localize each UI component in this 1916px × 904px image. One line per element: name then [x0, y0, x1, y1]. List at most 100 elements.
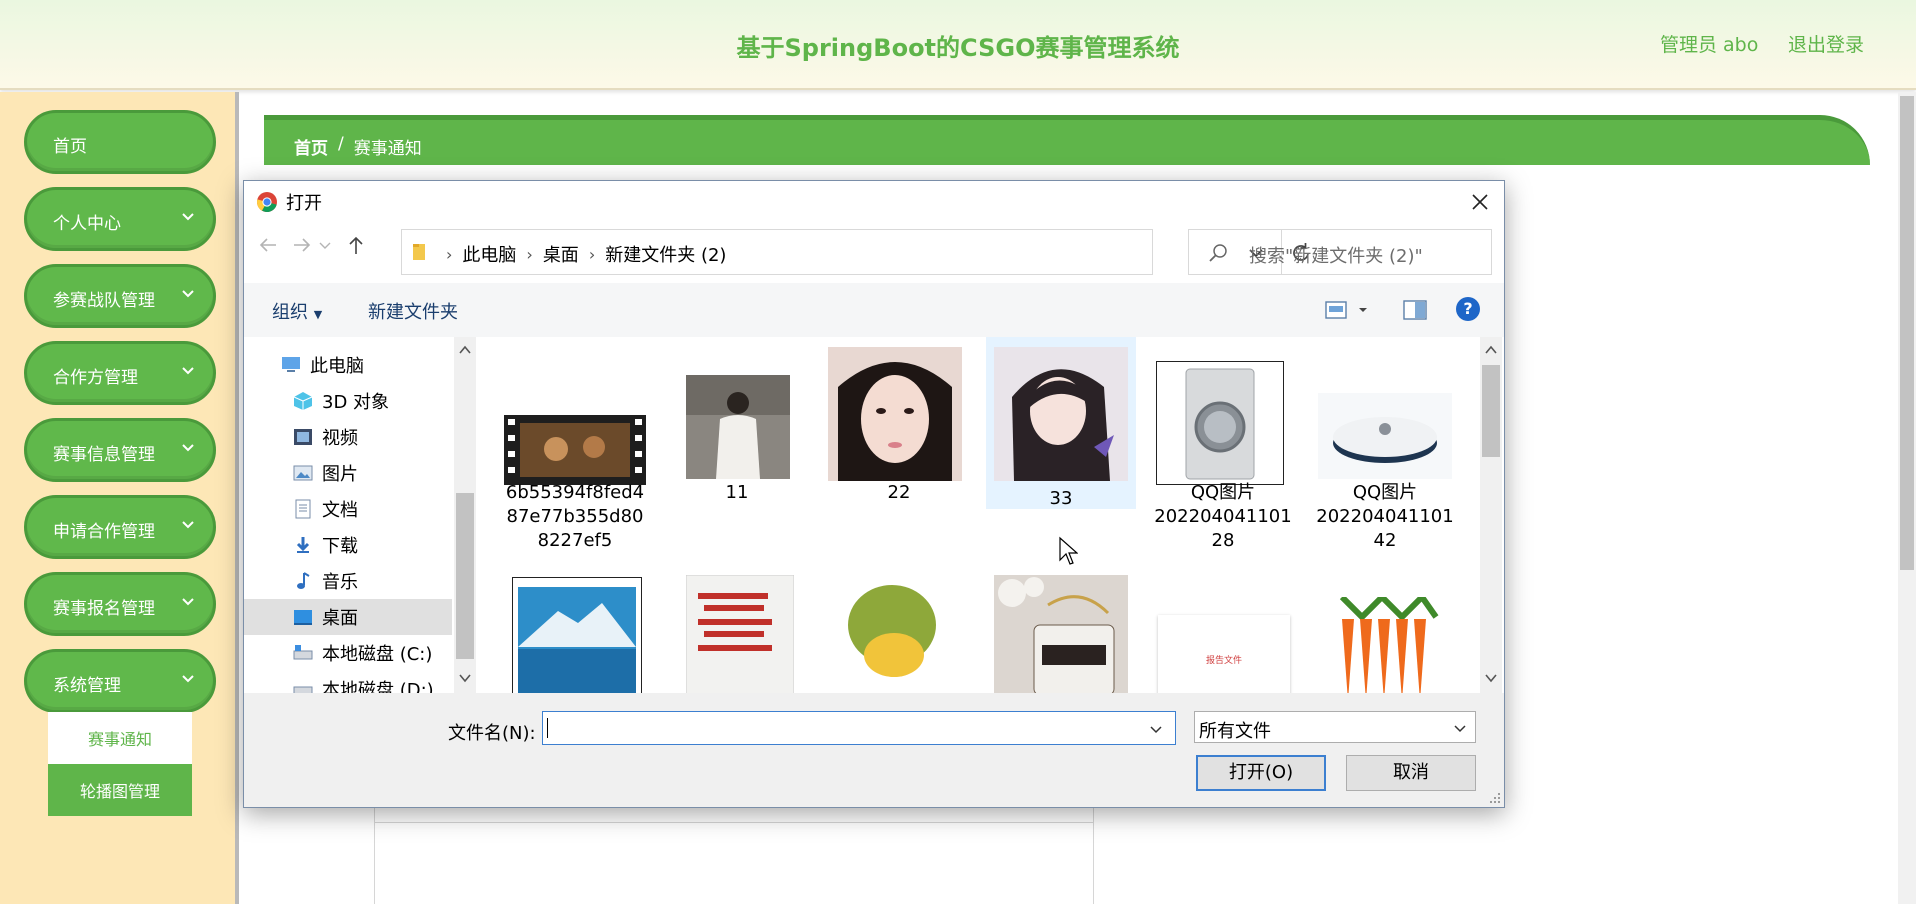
- chevron-down-icon: [182, 521, 194, 529]
- nav-pane-scrollbar[interactable]: [454, 337, 476, 693]
- nav-item-label: 图片: [322, 464, 358, 485]
- breadcrumb-current: 赛事通知: [353, 139, 422, 159]
- nav-item-3d-objects[interactable]: 3D 对象: [244, 383, 452, 419]
- file-item[interactable]: [986, 571, 1136, 693]
- top-header: 基于SpringBoot的CSGO赛事管理系统 管理员 abo 退出登录: [0, 0, 1916, 90]
- nav-item-documents[interactable]: 文档: [244, 491, 452, 527]
- nav-item-label: 桌面: [322, 608, 358, 629]
- organize-label: 组织: [272, 302, 308, 323]
- filename-input[interactable]: [542, 711, 1176, 745]
- file-name-line: 202204041101: [1154, 506, 1292, 527]
- text-caret: [547, 718, 548, 738]
- file-name-line: QQ图片: [1190, 482, 1256, 503]
- nav-item-this-pc[interactable]: 此电脑: [244, 347, 452, 383]
- nav-pane-scrollbar-thumb[interactable]: [456, 493, 474, 659]
- crumb-current-folder[interactable]: 新建文件夹 (2): [605, 241, 726, 267]
- sidebar-item-label: 赛事信息管理: [53, 445, 155, 465]
- sidebar-item-cooperation[interactable]: 申请合作管理: [24, 495, 216, 559]
- breadcrumb-home[interactable]: 首页: [294, 134, 328, 159]
- navigation-pane: 此电脑 3D 对象 视频 图片 文档 下载 音乐 桌面 本地磁盘 (C:) 本地…: [244, 337, 476, 693]
- change-view-icon[interactable]: [1324, 299, 1370, 321]
- organize-button[interactable]: 组织 ▼: [272, 298, 322, 324]
- file-item[interactable]: [1310, 571, 1460, 693]
- crumb-desktop[interactable]: 桌面: [543, 241, 579, 267]
- preview-pane-icon[interactable]: [1402, 299, 1428, 321]
- cancel-button[interactable]: 取消: [1346, 755, 1476, 791]
- file-item[interactable]: [500, 343, 650, 485]
- computer-icon: [282, 357, 300, 372]
- breadcrumb: 首页 / 赛事通知: [294, 134, 422, 159]
- address-bar[interactable]: › 此电脑 › 桌面 › 新建文件夹 (2): [401, 229, 1309, 275]
- sidebar-item-registration[interactable]: 赛事报名管理: [24, 572, 216, 636]
- nav-item-drive-d[interactable]: 本地磁盘 (D:): [244, 671, 452, 693]
- logout-link[interactable]: 退出登录: [1788, 30, 1864, 57]
- sidebar-item-partners[interactable]: 合作方管理: [24, 341, 216, 405]
- download-icon: [296, 537, 310, 553]
- illustration-thumbnail: [994, 347, 1128, 481]
- file-grid-scrollbar-thumb[interactable]: [1482, 365, 1500, 457]
- file-grid: 6b55394f8fed4 87e77b355d80 8227ef5 11 22: [480, 337, 1482, 693]
- close-icon[interactable]: [1466, 189, 1494, 215]
- nav-item-videos[interactable]: 视频: [244, 419, 452, 455]
- file-item[interactable]: [824, 343, 974, 483]
- sidebar-item-home[interactable]: 首页: [24, 110, 216, 174]
- scroll-down-arrow-icon[interactable]: [1484, 671, 1498, 685]
- nav-item-label: 本地磁盘 (C:): [322, 644, 433, 665]
- nav-item-drive-c[interactable]: 本地磁盘 (C:): [244, 635, 452, 671]
- mountain-lake-thumbnail: [512, 577, 642, 693]
- sidebar-item-label: 赛事报名管理: [53, 599, 155, 619]
- nav-item-downloads[interactable]: 下载: [244, 527, 452, 563]
- crumb-this-pc[interactable]: 此电脑: [462, 241, 516, 267]
- forward-arrow-icon[interactable]: [288, 231, 316, 259]
- nav-item-pictures[interactable]: 图片: [244, 455, 452, 491]
- file-item-selected[interactable]: 33: [986, 337, 1136, 509]
- nav-item-label: 文档: [322, 500, 358, 521]
- scroll-down-arrow-icon[interactable]: [458, 671, 472, 685]
- background-form-divider: [374, 822, 1094, 823]
- file-name: 33: [1049, 488, 1073, 509]
- file-name: 22: [887, 482, 911, 503]
- search-placeholder: 搜索"新建文件夹 (2)": [1249, 246, 1423, 267]
- open-button[interactable]: 打开(O): [1196, 755, 1326, 791]
- sidebar-item-events[interactable]: 赛事信息管理: [24, 418, 216, 482]
- submenu-item-notice[interactable]: 赛事通知: [48, 712, 192, 764]
- recent-locations-chevron-icon[interactable]: [316, 231, 334, 259]
- back-arrow-icon[interactable]: [254, 231, 282, 259]
- command-bar: 组织 ▼ 新建文件夹 ?: [244, 283, 1504, 337]
- sidebar-item-system[interactable]: 系统管理: [24, 649, 216, 713]
- file-item[interactable]: 报告文件: [1148, 571, 1298, 693]
- file-item[interactable]: [662, 343, 812, 483]
- up-arrow-icon[interactable]: [342, 231, 370, 259]
- file-item[interactable]: [1310, 343, 1460, 483]
- dialog-title: 打开: [286, 193, 322, 214]
- nav-item-music[interactable]: 音乐: [244, 563, 452, 599]
- drive-icon: [293, 645, 313, 660]
- submenu-item-carousel[interactable]: 轮播图管理: [48, 764, 192, 816]
- sidebar-item-teams[interactable]: 参赛战队管理: [24, 264, 216, 328]
- file-item[interactable]: [824, 571, 974, 693]
- file-item[interactable]: [662, 571, 812, 693]
- file-grid-scrollbar[interactable]: [1480, 337, 1502, 693]
- chevron-down-icon: [1454, 725, 1466, 733]
- resize-grip-icon[interactable]: [1488, 791, 1502, 805]
- new-folder-button[interactable]: 新建文件夹: [368, 298, 458, 324]
- desktop-icon: [294, 610, 312, 625]
- file-item[interactable]: [1148, 343, 1298, 485]
- crumb-separator-icon: ›: [446, 244, 453, 264]
- sidebar-item-personal-center[interactable]: 个人中心: [24, 187, 216, 251]
- address-breadcrumb: › 此电脑 › 桌面 › 新建文件夹 (2): [436, 241, 726, 267]
- help-icon[interactable]: ?: [1456, 297, 1480, 321]
- page-scrollbar-thumb[interactable]: [1900, 96, 1914, 570]
- file-item[interactable]: [500, 571, 650, 693]
- nav-item-label: 3D 对象: [322, 392, 390, 413]
- chevron-down-icon[interactable]: [1147, 720, 1165, 738]
- sidebar-item-label: 首页: [53, 137, 87, 157]
- search-input[interactable]: 搜索"新建文件夹 (2)": [1188, 229, 1492, 275]
- file-type-select[interactable]: 所有文件: [1194, 711, 1476, 743]
- scroll-up-arrow-icon[interactable]: [458, 343, 472, 357]
- nav-item-desktop[interactable]: 桌面: [244, 599, 452, 635]
- music-icon: [297, 572, 310, 589]
- chrome-logo-icon: [256, 192, 277, 213]
- chevron-down-icon: [182, 598, 194, 606]
- scroll-up-arrow-icon[interactable]: [1484, 343, 1498, 357]
